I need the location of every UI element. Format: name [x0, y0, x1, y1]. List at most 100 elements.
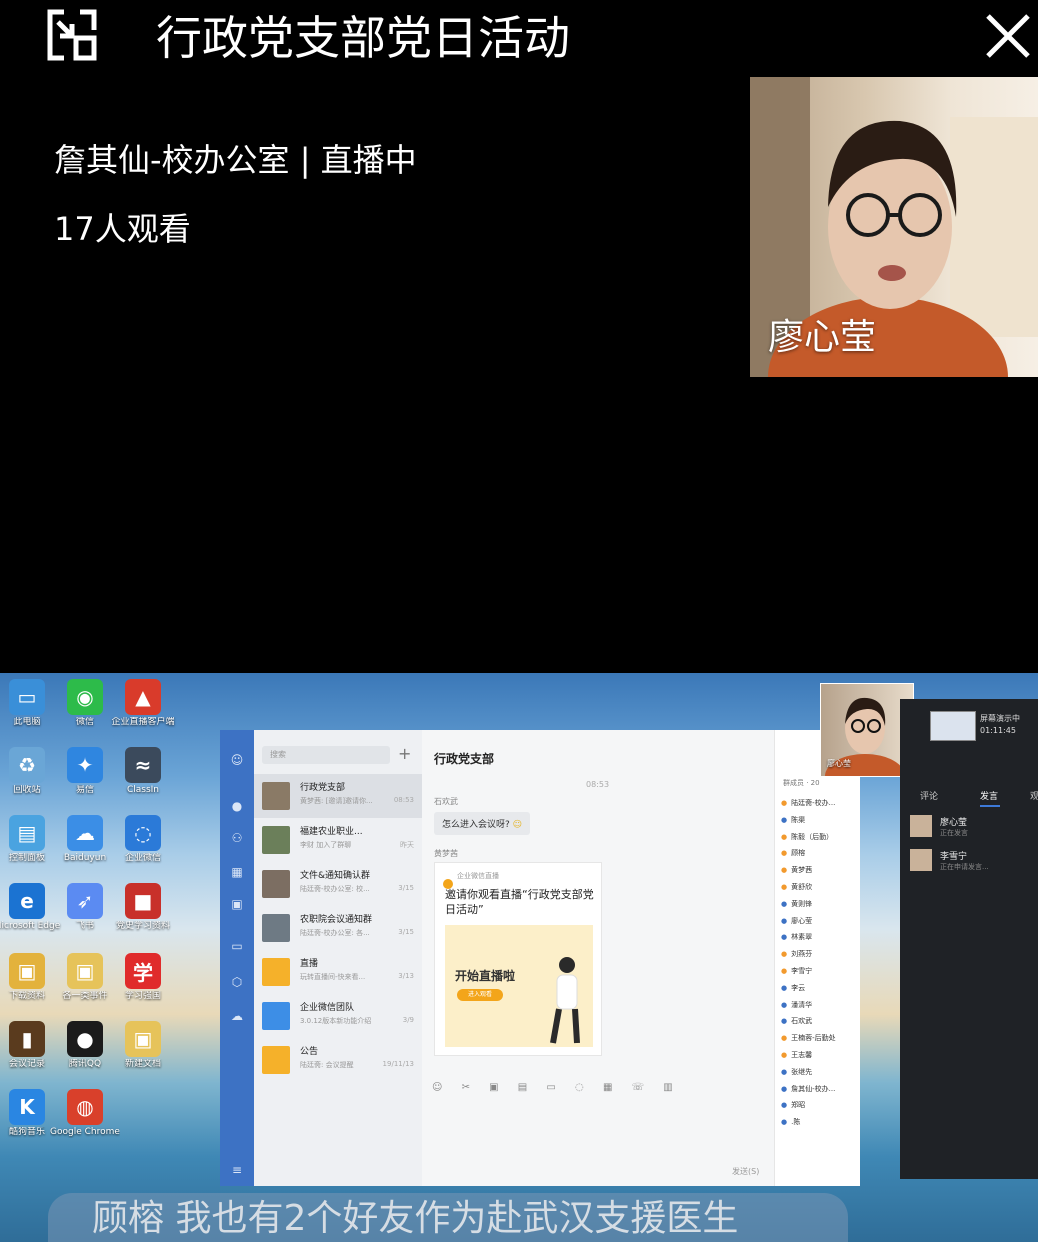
member-item[interactable]: ● 林素翠 — [781, 932, 857, 942]
member-item[interactable]: ● 李雪宁 — [781, 966, 857, 976]
member-name: 郑昭 — [791, 1101, 806, 1110]
member-item[interactable]: ● 李云 — [781, 983, 857, 993]
conversation-item[interactable]: 行政党支部 黄梦茜: [邀请]邀请你... 08:53 — [254, 774, 422, 818]
member-item[interactable]: ● 郑昭 — [781, 1100, 857, 1110]
speaker-camera-tile[interactable]: 廖心莹 — [750, 77, 1038, 377]
chat-panel: 行政党支部 08:53 石欢武 怎么进入会议呀? ☺ 黄梦茜 企业微信直播 邀请… — [422, 730, 774, 1186]
desktop-icon[interactable]: ▲ 企业直播客户端 — [108, 679, 178, 728]
desktop-icon-label: ClassIn — [126, 785, 160, 795]
work-wechat-window: ☺ ● ⚇ ▦ ▣ ▭ ⬡ ☁ ≡ 搜索 + 行政党支部 黄梦茜: [邀请]邀请你… — [220, 730, 860, 1186]
member-item[interactable]: ● 黄舒欣 — [781, 882, 857, 892]
conversation-preview: 陆廷斋-校办公室: 各... — [300, 929, 370, 937]
person-icon: ● — [781, 1084, 788, 1093]
member-item[interactable]: ● 潘清华 — [781, 1000, 857, 1010]
person-icon: ● — [781, 849, 788, 858]
person-icon: ● — [781, 815, 788, 824]
member-name: 黄梦茜 — [791, 866, 813, 875]
shared-screen: ▭ 此电脑 ◉ 微信 ▲ 企业直播客户端 ♻ 回收站 ✦ 易信 ≈ ClassIn ▤ 控制面板 ☁ Baid… — [0, 673, 1038, 1242]
desktop-icon[interactable]: ◍ Google Chrome — [50, 1089, 120, 1138]
member-name: 顾榕 — [791, 849, 806, 858]
member-item[interactable]: ● 顾榕 — [781, 848, 857, 858]
cloud-icon[interactable]: ☁ — [229, 1008, 245, 1024]
smile-icon: ☺ — [512, 820, 523, 830]
member-item[interactable]: ● 王志馨 — [781, 1050, 857, 1060]
conversation-item[interactable]: 文件&通知确认群 陆廷斋-校办公室: 校... 3/15 — [254, 862, 422, 906]
app-icon: e — [9, 883, 45, 919]
card-image: 开始直播啦 进入观看 — [445, 925, 593, 1047]
member-item[interactable]: ● 廖心莹 — [781, 916, 857, 926]
tab-more[interactable]: 观 — [1030, 789, 1038, 802]
add-icon[interactable]: + — [398, 744, 411, 763]
desktop-icon[interactable]: ≈ ClassIn — [108, 747, 178, 796]
member-item[interactable]: ● .陈 — [781, 1117, 857, 1127]
member-name: 石欢武 — [791, 1017, 813, 1026]
enter-live-button[interactable]: 进入观看 — [457, 989, 503, 1001]
member-item[interactable]: ● 石欢武 — [781, 1016, 857, 1026]
conversation-time: 3/15 — [398, 928, 414, 936]
conversation-item[interactable]: 农职院会议通知群 陆廷斋-校办公室: 各... 3/15 — [254, 906, 422, 950]
search-input[interactable]: 搜索 — [262, 746, 390, 764]
tab-comment[interactable]: 评论 — [920, 789, 938, 802]
close-icon[interactable] — [984, 12, 1032, 60]
card-image-text: 开始直播啦 — [455, 969, 516, 983]
member-name: 王志馨 — [791, 1051, 813, 1059]
conversation-preview: 陆廷斋: 会议提醒 — [300, 1061, 354, 1069]
message-text: 怎么进入会议呀? — [442, 820, 510, 830]
conversation-item[interactable]: 福建农业职业... 李财 加入了群聊 昨天 — [254, 818, 422, 862]
member-item[interactable]: ● 陆廷斋-校办... — [781, 798, 857, 808]
member-name: 刘燕芬 — [791, 950, 813, 959]
person-icon: ● — [781, 1118, 788, 1127]
contacts-icon[interactable]: ⚇ — [229, 830, 245, 846]
member-item[interactable]: ● 詹其仙-校办... — [781, 1084, 857, 1094]
conversation-item[interactable]: 企业微信团队 3.0.12版本新功能介绍 3/9 — [254, 994, 422, 1038]
person-icon: ● — [781, 933, 788, 942]
docs-icon[interactable]: ▭ — [229, 938, 245, 954]
chat-icon[interactable]: ● — [229, 798, 245, 814]
member-list: 群成员 · 20 ● 陆廷斋-校办... ● 陈渠 ● 陈毅（后勤） ● 顾榕 ● 黄梦茜 ● 黄舒欣… — [774, 730, 860, 1186]
tab-speak[interactable]: 发言 — [980, 789, 998, 802]
live-invite-card[interactable]: 企业微信直播 邀请你观看直播“行政党支部党日活动” 开始直播啦 进入观看 — [434, 862, 602, 1056]
page-title: 行政党支部党日活动 — [156, 11, 570, 65]
member-name: 潘清华 — [791, 1000, 813, 1009]
cube-icon[interactable]: ⬡ — [229, 974, 245, 990]
conversation-time: 昨天 — [400, 841, 414, 849]
menu-icon[interactable]: ≡ — [229, 1162, 245, 1178]
conversation-item[interactable]: 公告 陆廷斋: 会议提醒 19/11/13 — [254, 1038, 422, 1082]
conversation-preview: 黄梦茜: [邀请]邀请你... — [300, 797, 373, 805]
conversation-time: 3/13 — [398, 972, 414, 980]
avatar-icon[interactable]: ☺ — [229, 752, 245, 768]
host-status: 詹其仙-校办公室 | 直播中 — [54, 141, 417, 179]
desktop-icon[interactable]: ◌ 企业微信 — [108, 815, 178, 864]
app-icon: ▭ — [9, 679, 45, 715]
chat-toolbar[interactable]: ☺ ✂ ▣ ▤ ▭ ◌ ▦ ☏ ▥ — [432, 1082, 681, 1093]
desktop-icon[interactable]: ▣ 新建文档 — [108, 1021, 178, 1070]
person-icon: ● — [781, 1051, 788, 1059]
user-status: 正在发言 — [940, 829, 968, 837]
member-item[interactable]: ● 刘燕芬 — [781, 949, 857, 959]
calendar-icon[interactable]: ▦ — [229, 864, 245, 880]
exit-fullscreen-icon[interactable] — [44, 8, 100, 64]
conversation-name: 农职院会议通知群 — [300, 915, 373, 925]
member-item[interactable]: ● 张继先 — [781, 1067, 857, 1077]
member-item[interactable]: ● 黄梦茜 — [781, 865, 857, 875]
member-name: 林素翠 — [791, 933, 813, 942]
conversation-item[interactable]: 直播 玩转直播间-快来看... 3/13 — [254, 950, 422, 994]
member-item[interactable]: ● 王楠蓉-后勤处 — [781, 1033, 857, 1043]
speaker-user[interactable]: 李雪宁 正在申请发言... — [910, 845, 1038, 875]
desktop-icon[interactable]: ■ 党史学习资料 — [108, 883, 178, 932]
person-icon: ● — [781, 883, 788, 891]
workbench-icon[interactable]: ▣ — [229, 896, 245, 912]
message-sender: 黄梦茜 — [434, 849, 458, 858]
subtitle-bar: 顾榕 我也有2个好友作为赴武汉支援医生 — [48, 1193, 848, 1242]
member-item[interactable]: ● 陈渠 — [781, 815, 857, 825]
send-button[interactable]: 发送(S) — [732, 1166, 759, 1177]
conversation-name: 企业微信团队 — [300, 1003, 355, 1013]
person-icon: ● — [781, 799, 788, 807]
member-item[interactable]: ● 陈毅（后勤） — [781, 832, 857, 842]
desktop-icon[interactable]: 学学习强国 — [108, 953, 178, 1002]
member-name: 张继先 — [791, 1067, 813, 1076]
desktop-icon-label: 企业直播客户端 — [111, 717, 175, 727]
app-icon: ▲ — [125, 679, 161, 715]
member-item[interactable]: ● 黄则锋 — [781, 899, 857, 909]
speaker-user[interactable]: 廖心莹 正在发言 — [910, 811, 1038, 841]
